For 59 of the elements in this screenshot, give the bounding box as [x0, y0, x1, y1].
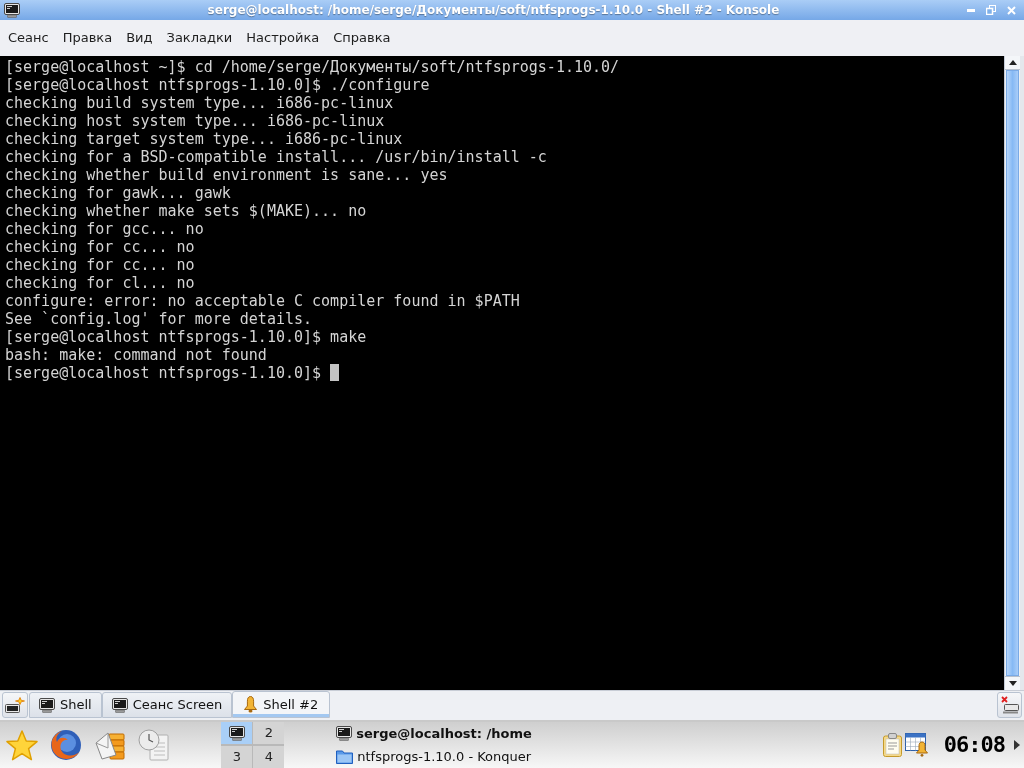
scrollbar-thumb[interactable]: [1006, 70, 1019, 676]
clock-display[interactable]: 06:08: [943, 732, 1005, 758]
terminal-line: See `config.log' for more details.: [5, 310, 313, 328]
terminal-line: bash: make: command not found: [5, 346, 267, 364]
scroll-up-button[interactable]: [1005, 56, 1020, 70]
terminal-line: checking for a BSD-compatible install... /usr/bin/install -c: [5, 148, 547, 166]
terminal-line: checking for gawk... gawk: [5, 184, 231, 202]
desktop-button[interactable]: 3: [221, 745, 253, 768]
menu-item[interactable]: Сеанс: [1, 26, 56, 50]
task-button[interactable]: ntfsprogs-1.10.0 - Konquer: [336, 745, 532, 768]
terminal-line: checking target system type... i686-pc-linux: [5, 130, 403, 148]
console-close-icon: [1000, 696, 1019, 714]
terminal-line: checking for gcc... no: [5, 220, 204, 238]
monitor-icon: [336, 726, 353, 741]
calendar-icon[interactable]: [904, 733, 929, 757]
folder-icon: [336, 749, 354, 764]
monitor-icon: [4, 2, 20, 18]
monitor-icon: [228, 725, 245, 741]
terminal-line: checking build system type... i686-pc-linux: [5, 94, 394, 112]
console-sparkle-icon: [5, 696, 25, 714]
restore-icon: [986, 5, 996, 15]
terminal-line: [serge@localhost ~]$ cd /home/serge/Документы/soft/ntfsprogs-1.10.0/: [5, 58, 620, 76]
terminal-line: [serge@localhost ntfsprogs-1.10.0]$ make: [5, 328, 367, 346]
close-session-button[interactable]: [997, 692, 1022, 718]
arrow-up-icon: [1008, 60, 1017, 65]
menu-item[interactable]: Вид: [119, 26, 160, 50]
clipboard-icon[interactable]: [882, 733, 902, 757]
tab[interactable]: Shell #2: [232, 691, 331, 718]
arrow-icon[interactable]: [1014, 740, 1020, 750]
terminal-line: checking host system type... i686-pc-linux: [5, 112, 385, 130]
terminal-line: [serge@localhost ntfsprogs-1.10.0]$ ./configure: [5, 76, 430, 94]
menu-item[interactable]: Закладки: [159, 26, 240, 50]
task-button[interactable]: serge@localhost: /home: [336, 722, 532, 745]
terminal-line: configure: error: no acceptable C compiler found in $PATH: [5, 292, 520, 310]
star-icon[interactable]: [6, 729, 38, 761]
terminal-line: [serge@localhost ntfsprogs-1.10.0]$: [5, 364, 322, 382]
menu-item[interactable]: Правка: [55, 26, 120, 50]
tab[interactable]: Shell: [29, 692, 102, 718]
desktop-button[interactable]: 4: [253, 745, 285, 768]
terminal-line: checking for cc... no: [5, 256, 195, 274]
desktop-button[interactable]: 2: [253, 722, 285, 744]
terminal-line: checking for cc... no: [5, 238, 195, 256]
scrollbar[interactable]: [1004, 56, 1020, 690]
document-clock-icon[interactable]: [138, 729, 170, 761]
globe-icon[interactable]: [50, 729, 82, 761]
tab[interactable]: Сеанс Screen: [101, 692, 233, 718]
desktop-button[interactable]: [221, 722, 253, 744]
new-session-button[interactable]: [2, 692, 28, 718]
arrow-down-icon: [1008, 681, 1017, 686]
close-icon: [1006, 5, 1016, 15]
minimize-icon: [967, 8, 975, 12]
window-title: serge@localhost: /home/serge/Документы/soft/ntfsprogs-1.10.0 - Shell #2 - Konsole: [206, 2, 781, 19]
menu-item[interactable]: Справка: [326, 26, 398, 50]
menu-item[interactable]: Настройка: [239, 26, 327, 50]
terminal-line: checking whether build environment is sane... yes: [5, 166, 448, 184]
terminal-line: checking whether make sets $(MAKE)... no: [5, 202, 367, 220]
terminal-line: checking for cl... no: [5, 274, 195, 292]
scroll-down-button[interactable]: [1005, 676, 1020, 690]
maximize-button[interactable]: [983, 2, 999, 18]
